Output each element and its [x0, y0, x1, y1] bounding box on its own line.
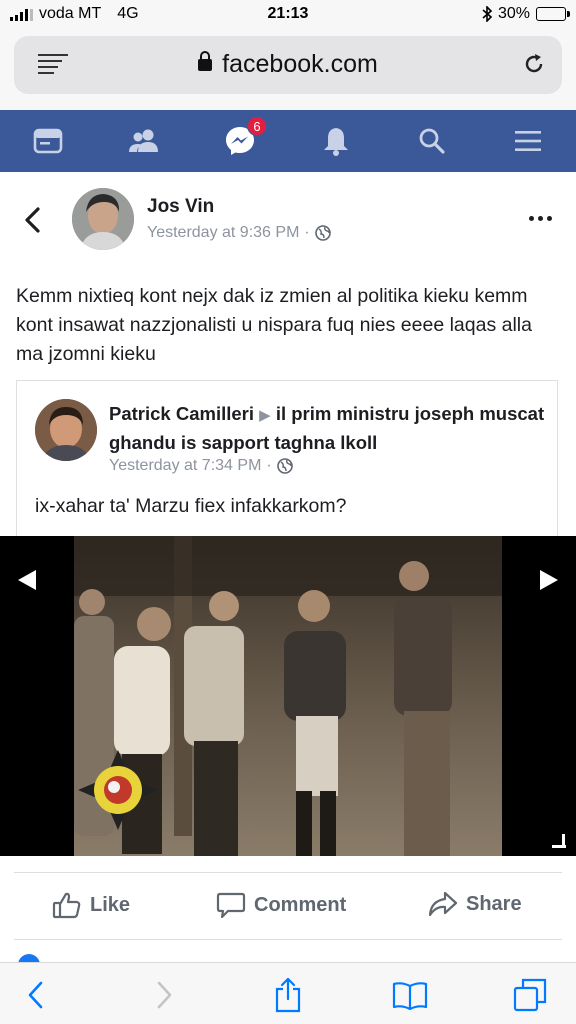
- menu-icon[interactable]: [511, 124, 545, 158]
- shared-timestamp[interactable]: Yesterday at 7:34 PM: [109, 457, 261, 475]
- url-display[interactable]: facebook.com: [14, 50, 562, 79]
- friends-icon[interactable]: [127, 124, 161, 158]
- bluetooth-icon: [482, 6, 492, 22]
- like-button[interactable]: Like: [52, 891, 130, 919]
- share-arrow-icon: [428, 891, 458, 917]
- back-chevron-icon[interactable]: [22, 206, 44, 234]
- post-text: Kemm nixtieq kont nejx dak iz zmien al p…: [16, 285, 532, 365]
- resize-handle-icon: [552, 834, 566, 848]
- reload-icon[interactable]: [522, 52, 546, 76]
- post-meta: Yesterday at 9:36 PM ·: [147, 224, 331, 242]
- author-avatar[interactable]: [72, 188, 134, 250]
- globe-icon: [276, 458, 293, 474]
- share-sheet-icon[interactable]: [270, 977, 306, 1013]
- facebook-nav-bar: 6: [0, 110, 576, 172]
- meta-separator: ·: [304, 224, 310, 241]
- shared-author-name[interactable]: Patrick Camilleri: [109, 403, 254, 424]
- status-bar: voda MT 4G 21:13 30%: [0, 0, 576, 30]
- shared-author-avatar[interactable]: [35, 399, 97, 461]
- browser-url-area: facebook.com: [0, 30, 576, 110]
- historical-photo: [74, 536, 502, 856]
- shared-meta-separator: ·: [266, 457, 272, 474]
- author-name[interactable]: Jos Vin: [147, 196, 214, 218]
- status-right: 30%: [482, 5, 570, 23]
- next-photo-arrow-icon[interactable]: [540, 570, 558, 590]
- post-timestamp[interactable]: Yesterday at 9:36 PM: [147, 224, 299, 242]
- forward-icon[interactable]: [146, 977, 182, 1013]
- messenger-icon[interactable]: 6: [223, 116, 267, 158]
- notifications-icon[interactable]: [319, 124, 353, 158]
- messenger-badge: 6: [247, 116, 267, 136]
- comment-bubble-icon: [216, 892, 246, 919]
- like-label: Like: [90, 893, 131, 916]
- thumbs-up-icon: [52, 892, 81, 919]
- shared-post-title: Patrick Camilleri ▶ il prim ministru jos…: [109, 400, 549, 456]
- shared-post-card[interactable]: Patrick Camilleri ▶ il prim ministru jos…: [16, 380, 558, 536]
- comment-button[interactable]: Comment: [216, 891, 346, 919]
- address-bar[interactable]: facebook.com: [14, 36, 562, 94]
- share-button[interactable]: Share: [428, 891, 522, 917]
- more-options-icon[interactable]: [529, 216, 552, 221]
- photo-carousel[interactable]: [0, 536, 576, 856]
- comment-label: Comment: [254, 893, 347, 916]
- shared-post-text: ix-xahar ta' Marzu fiex infakkarkom?: [35, 495, 347, 517]
- browser-toolbar: [0, 962, 576, 1024]
- tabs-icon[interactable]: [512, 977, 548, 1013]
- post-actions-bar: Like Comment Share: [14, 872, 562, 940]
- lock-icon: [198, 51, 213, 71]
- battery-icon: [536, 7, 570, 21]
- share-label: Share: [466, 892, 522, 915]
- previous-photo-arrow-icon[interactable]: [18, 570, 36, 590]
- news-feed-icon[interactable]: [31, 124, 65, 158]
- post-header: Jos Vin Yesterday at 9:36 PM ·: [0, 172, 576, 264]
- battery-percent: 30%: [497, 5, 530, 22]
- back-icon[interactable]: [18, 977, 54, 1013]
- url-text: facebook.com: [222, 50, 378, 78]
- search-icon[interactable]: [415, 124, 449, 158]
- globe-icon: [314, 225, 331, 241]
- shared-post-meta: Yesterday at 7:34 PM ·: [109, 457, 293, 475]
- shared-arrow-icon: ▶: [259, 407, 271, 424]
- bookmarks-icon[interactable]: [392, 977, 428, 1013]
